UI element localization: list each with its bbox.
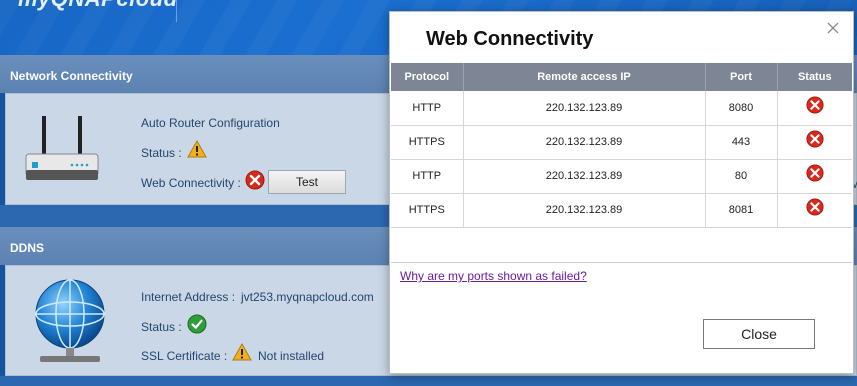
column-header-ip: Remote access IP: [463, 63, 706, 91]
table-row: HTTPS 220.132.123.89 443: [391, 125, 852, 160]
ip-cell: 220.132.123.89: [463, 91, 706, 126]
column-header-status: Status: [777, 63, 852, 91]
ip-cell: 220.132.123.89: [463, 159, 706, 194]
router-status-label: Status :: [141, 146, 182, 160]
ip-cell: 220.132.123.89: [463, 125, 706, 160]
internet-address-label: Internet Address :: [141, 290, 236, 304]
warning-icon: [187, 140, 207, 158]
error-icon: [806, 164, 824, 182]
protocol-cell: HTTPS: [391, 193, 464, 228]
error-icon: [806, 130, 824, 148]
error-icon: [806, 96, 824, 114]
table-row: HTTP 220.132.123.89 80: [391, 159, 852, 194]
port-cell: 80: [705, 159, 778, 194]
internet-address-value: jvt253.myqnapcloud.com: [241, 290, 374, 304]
close-button[interactable]: Close: [703, 319, 815, 349]
router-config-label: Auto Router Configuration: [141, 116, 280, 130]
ssl-certificate-value: Not installed: [258, 349, 325, 363]
connectivity-table: Protocol Remote access IP Port Status HT…: [391, 63, 852, 263]
table-header-row: Protocol Remote access IP Port Status: [391, 63, 852, 91]
column-header-protocol: Protocol: [391, 63, 464, 91]
protocol-cell: HTTP: [391, 91, 464, 126]
web-connectivity-dialog: Web Connectivity Protocol Remote access …: [389, 11, 854, 374]
warning-icon: [232, 343, 252, 361]
protocol-cell: HTTP: [391, 159, 464, 194]
ports-failed-help-link[interactable]: Why are my ports shown as failed?: [400, 269, 587, 283]
column-header-port: Port: [705, 63, 778, 91]
ssl-certificate-label: SSL Certificate :: [141, 349, 228, 363]
ip-cell: 220.132.123.89: [463, 193, 706, 228]
port-cell: 8080: [705, 91, 778, 126]
router-icon: [25, 116, 99, 180]
status-cell: [777, 159, 852, 194]
empty-row: [391, 227, 852, 261]
error-icon: [806, 198, 824, 216]
port-cell: 443: [705, 125, 778, 160]
status-cell: [777, 193, 852, 228]
dialog-title: Web Connectivity: [426, 28, 594, 50]
ok-icon: [187, 314, 207, 334]
close-icon[interactable]: [825, 20, 841, 36]
port-cell: 8081: [705, 193, 778, 228]
status-cell: [777, 91, 852, 126]
table-row: HTTPS 220.132.123.89 8081: [391, 193, 852, 228]
web-connectivity-label: Web Connectivity :: [141, 176, 241, 190]
table-row: HTTP 220.132.123.89 8080: [391, 91, 852, 126]
bottom-band: [0, 376, 857, 386]
ddns-status-label: Status :: [141, 320, 182, 334]
header-divider: [176, 0, 177, 22]
app-brand-logo: myQNAPcloud: [18, 0, 178, 12]
error-icon: [245, 170, 265, 190]
test-button[interactable]: Test: [268, 170, 346, 194]
globe-icon: [35, 279, 105, 362]
status-cell: [777, 125, 852, 160]
protocol-cell: HTTPS: [391, 125, 464, 160]
